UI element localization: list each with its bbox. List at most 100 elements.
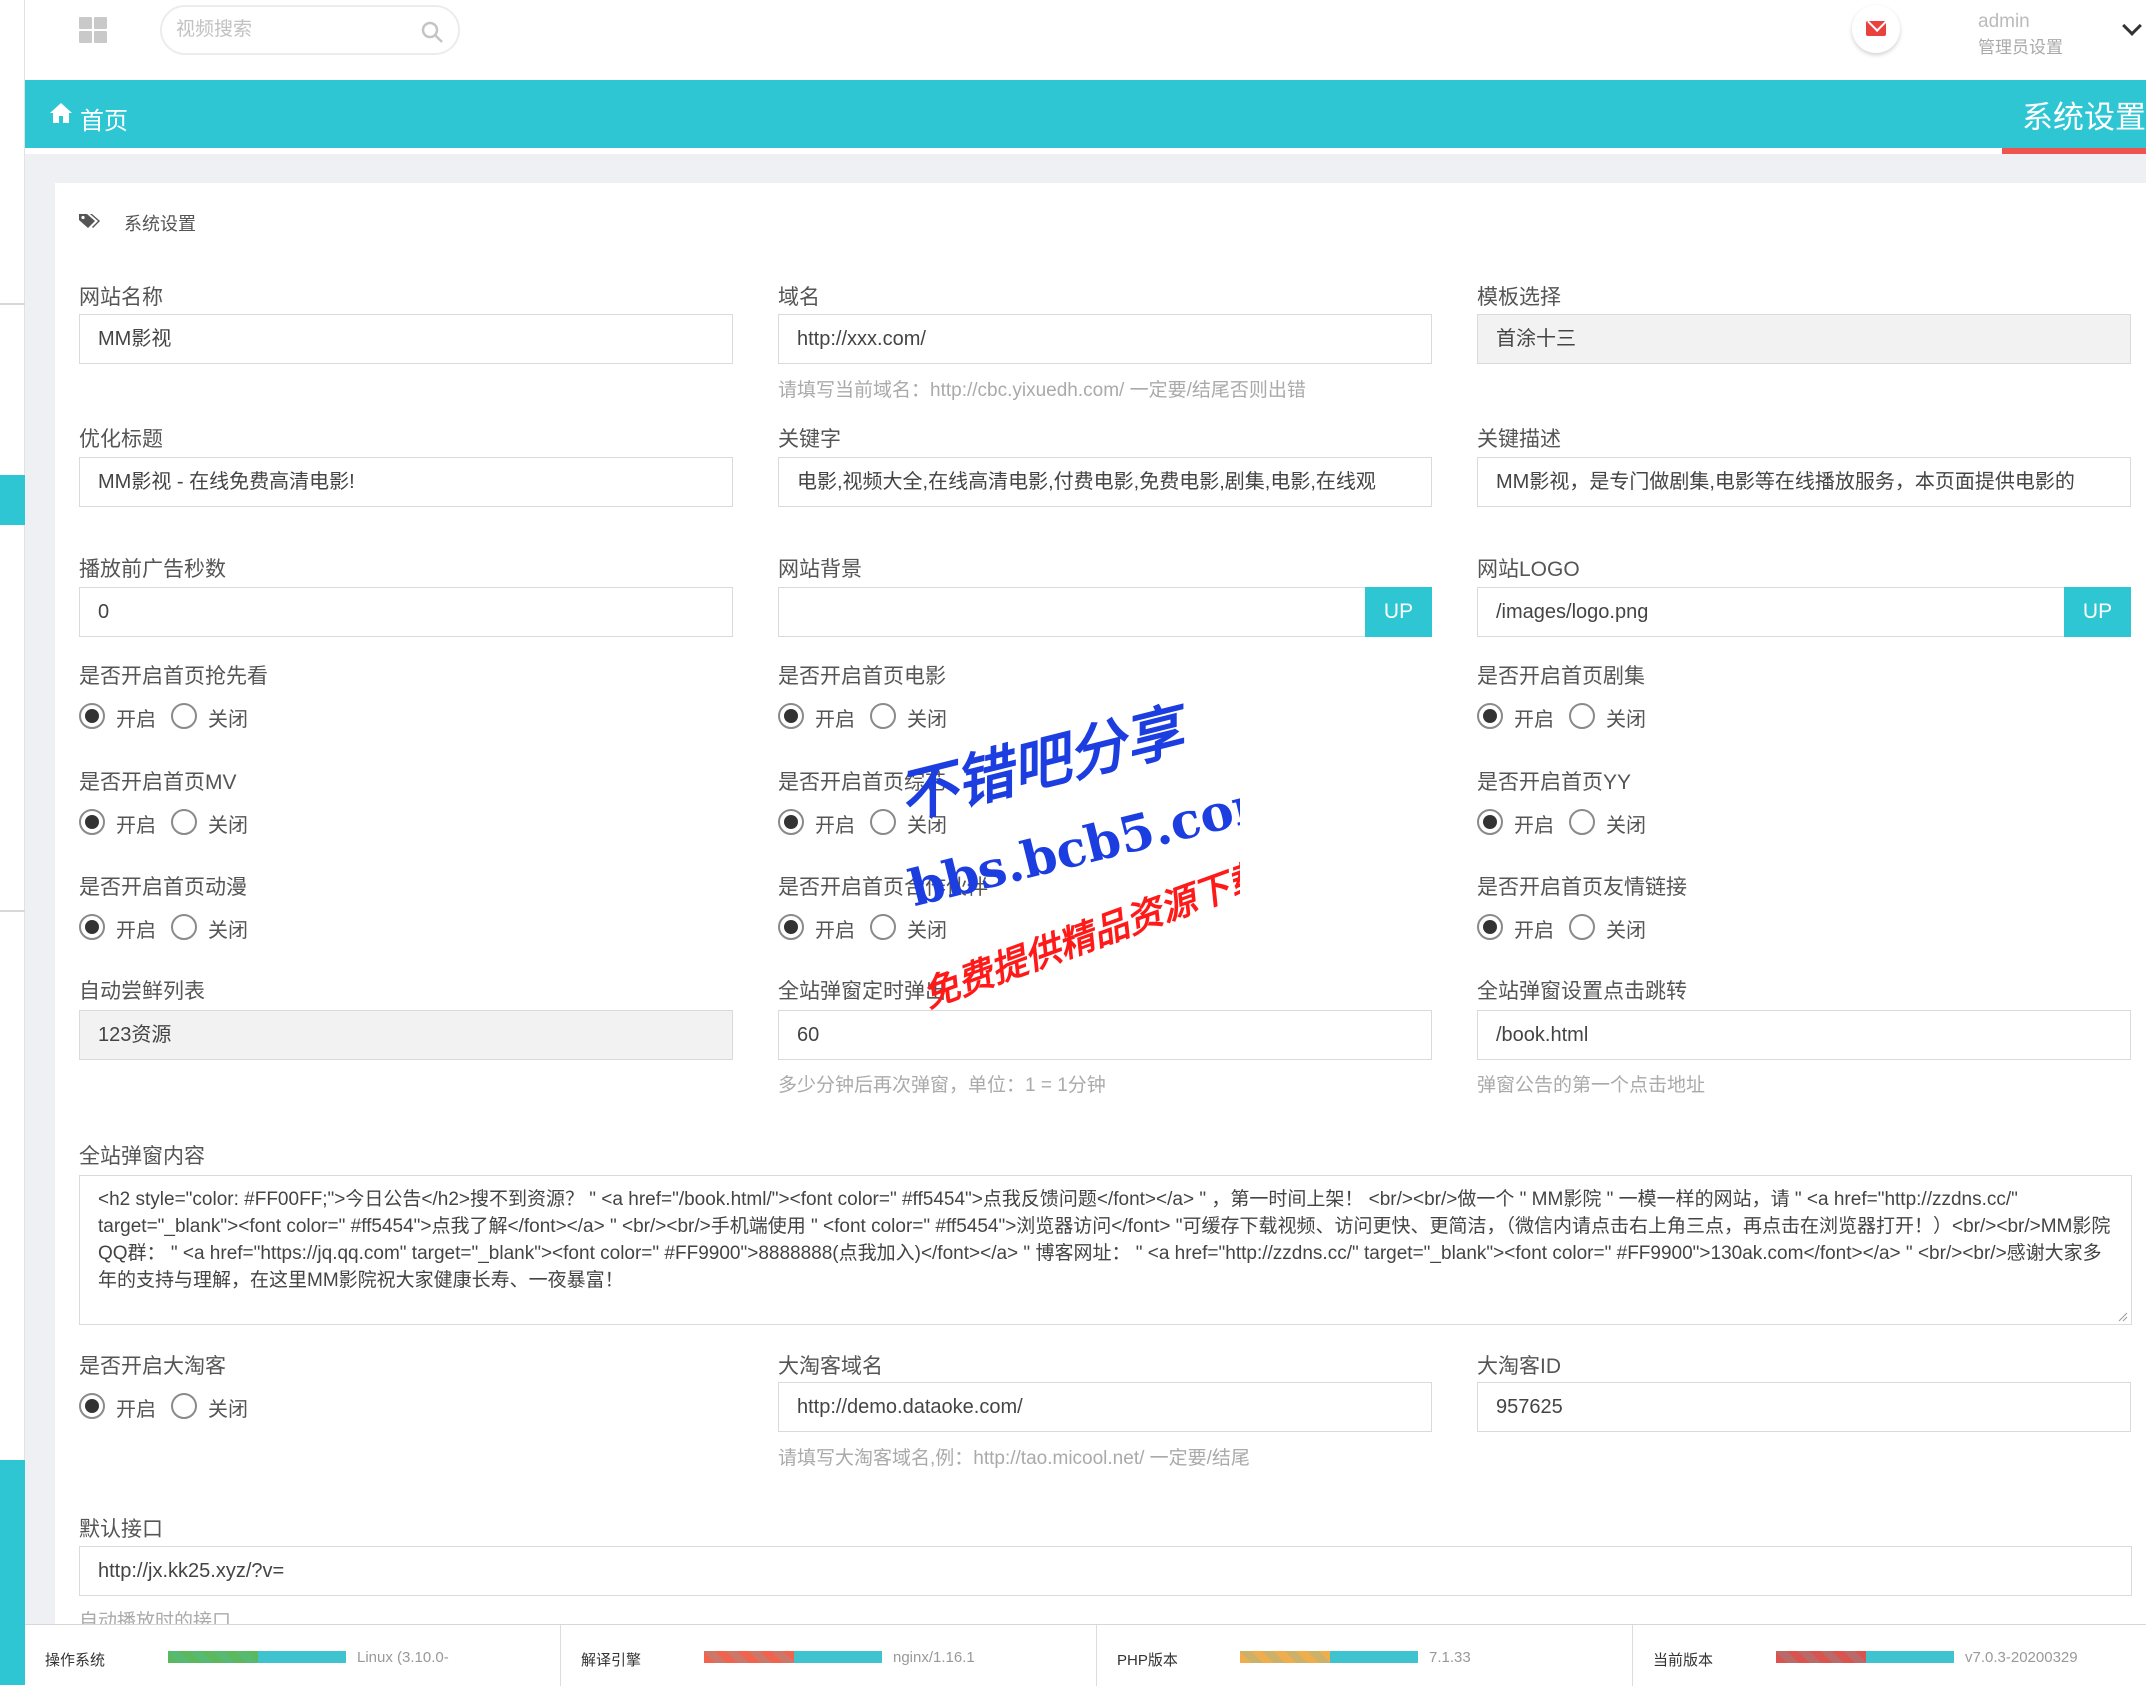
toggle-on-radio[interactable] (778, 703, 804, 729)
status-label: 解译引擎 (581, 1652, 642, 1669)
toggle-off-radio[interactable] (1569, 703, 1595, 729)
search-icon[interactable] (420, 20, 444, 44)
site-name-label: 网站名称 (79, 286, 163, 309)
chevron-down-icon[interactable] (2122, 16, 2142, 36)
site-bg-upload-button[interactable]: UP (1365, 587, 1432, 637)
tags-icon (79, 214, 100, 228)
ad-seconds-label: 播放前广告秒数 (79, 558, 226, 581)
taoke-id-input[interactable]: 957625 (1477, 1382, 2131, 1432)
toggle-label: 是否开启首页YY (1477, 771, 1632, 794)
default-api-help: 自动播放时的接口 (79, 1611, 232, 1624)
status-progress-bar (704, 1651, 882, 1663)
description-label: 关键描述 (1477, 428, 1561, 451)
site-logo-input[interactable]: /images/logo.png (1477, 587, 2065, 637)
toggle-on-radio[interactable] (1477, 914, 1503, 940)
template-select[interactable]: 首涂十三 (1477, 314, 2131, 364)
status-cell: 操作系统 Linux (3.10.0- (25, 1625, 561, 1686)
domain-input[interactable]: http://xxx.com/ (778, 314, 1432, 364)
toggle-off-radio[interactable] (171, 809, 197, 835)
ad-seconds-input[interactable]: 0 (79, 587, 733, 637)
resize-handle-icon[interactable] (2118, 1312, 2128, 1322)
user-name[interactable]: admin (1978, 11, 2030, 33)
popup-content-textarea[interactable]: <h2 style="color: #FF00FF;">今日公告</h2>搜不到… (79, 1175, 2132, 1325)
messages-button[interactable] (1852, 5, 1900, 53)
sidebar-divider (0, 303, 25, 305)
toggle-label: 是否开启首页综艺 (778, 771, 946, 794)
site-name-input[interactable]: MM影视 (79, 314, 733, 364)
toggle-on-radio[interactable] (79, 914, 105, 940)
status-progress-bar (1776, 1651, 1954, 1663)
toggle-off-radio[interactable] (171, 914, 197, 940)
site-logo-upload-button[interactable]: UP (2064, 587, 2131, 637)
taoke-on-text: 开启 (116, 1399, 156, 1421)
toggle-on-radio[interactable] (1477, 703, 1503, 729)
toggle-on-text: 开启 (815, 815, 855, 837)
default-api-input[interactable]: http://jx.kk25.xyz/?v= (79, 1546, 2132, 1596)
description-input[interactable]: MM影视，是专门做剧集,电影等在线播放服务，本页面提供电影的 (1477, 457, 2131, 507)
status-label: PHP版本 (1117, 1652, 1178, 1669)
sidebar-divider (0, 910, 25, 912)
template-label: 模板选择 (1477, 286, 1561, 309)
popup-link-input[interactable]: /book.html (1477, 1010, 2131, 1060)
status-value: v7.0.3-20200329 (1965, 1649, 2078, 1666)
taoke-domain-help: 请填写大淘客域名,例：http://tao.micool.net/ 一定要/结尾 (778, 1448, 1250, 1469)
toggle-label: 是否开启首页抢先看 (79, 665, 268, 688)
toggle-off-radio[interactable] (870, 809, 896, 835)
toggle-on-text: 开启 (815, 920, 855, 942)
search-input[interactable] (176, 16, 416, 44)
seo-title-input[interactable]: MM影视 - 在线免费高清电影! (79, 457, 733, 507)
toggle-on-radio[interactable] (79, 703, 105, 729)
grid-menu-icon[interactable] (79, 17, 109, 45)
status-label: 当前版本 (1653, 1652, 1714, 1669)
status-progress-fill (704, 1651, 794, 1663)
toggle-off-text: 关闭 (907, 920, 947, 942)
toggle-off-radio[interactable] (1569, 809, 1595, 835)
status-cell: 当前版本 v7.0.3-20200329 (1633, 1625, 2146, 1686)
toggle-off-radio[interactable] (171, 703, 197, 729)
taoke-domain-label: 大淘客域名 (778, 1355, 883, 1378)
toggle-off-radio[interactable] (870, 703, 896, 729)
popup-timer-help: 多少分钟后再次弹窗，单位：1 = 1分钟 (778, 1075, 1106, 1096)
default-api-label: 默认接口 (79, 1518, 163, 1541)
keywords-input[interactable]: 电影,视频大全,在线高清电影,付费电影,免费电影,剧集,电影,在线观 (778, 457, 1432, 507)
status-value: nginx/1.16.1 (893, 1649, 975, 1666)
taoke-off-radio[interactable] (171, 1393, 197, 1419)
status-progress-bar (1240, 1651, 1418, 1663)
toggle-on-radio[interactable] (1477, 809, 1503, 835)
status-value: 7.1.33 (1429, 1649, 1471, 1666)
left-sidebar-edge (0, 0, 25, 1685)
taoke-on-radio[interactable] (79, 1393, 105, 1419)
toggle-label: 是否开启首页电影 (778, 665, 946, 688)
panel-title: 系统设置 (124, 214, 196, 234)
site-bg-input[interactable] (778, 587, 1366, 637)
user-role[interactable]: 管理员设置 (1978, 33, 2063, 58)
nav-bar: 首页 系统设置 (25, 80, 2146, 148)
home-icon[interactable] (49, 102, 73, 124)
seo-title-label: 优化标题 (79, 428, 163, 451)
status-bar: 操作系统 Linux (3.10.0- 解译引擎 nginx/1.16.1 PHP版本 7… (25, 1624, 2146, 1686)
toggle-on-text: 开启 (1514, 920, 1554, 942)
taoke-domain-input[interactable]: http://demo.dataoke.com/ (778, 1382, 1432, 1432)
status-progress-fill (1776, 1651, 1866, 1663)
popup-timer-input[interactable]: 60 (778, 1010, 1432, 1060)
sidebar-active-marker (0, 1460, 25, 1685)
toggle-off-text: 关闭 (907, 815, 947, 837)
tab-system-settings[interactable]: 系统设置 (2022, 92, 2146, 137)
toggle-on-radio[interactable] (778, 914, 804, 940)
toggle-on-radio[interactable] (778, 809, 804, 835)
status-cell: 解译引擎 nginx/1.16.1 (561, 1625, 1097, 1686)
domain-help: 请填写当前域名：http://cbc.yixuedh.com/ 一定要/结尾否则… (778, 380, 1306, 401)
toggle-off-radio[interactable] (1569, 914, 1595, 940)
breadcrumb-home[interactable]: 首页 (80, 101, 128, 136)
toggle-off-text: 关闭 (208, 709, 248, 731)
toggle-label: 是否开启首页友情链接 (1477, 876, 1687, 899)
auto-list-select[interactable]: 123资源 (79, 1010, 733, 1060)
toggle-off-text: 关闭 (1606, 709, 1646, 731)
toggle-off-radio[interactable] (870, 914, 896, 940)
toggle-on-text: 开启 (815, 709, 855, 731)
toggle-on-text: 开启 (1514, 815, 1554, 837)
toggle-off-text: 关闭 (208, 815, 248, 837)
site-bg-label: 网站背景 (778, 558, 862, 581)
toggle-on-radio[interactable] (79, 809, 105, 835)
top-bar: admin 管理员设置 (25, 0, 2146, 80)
